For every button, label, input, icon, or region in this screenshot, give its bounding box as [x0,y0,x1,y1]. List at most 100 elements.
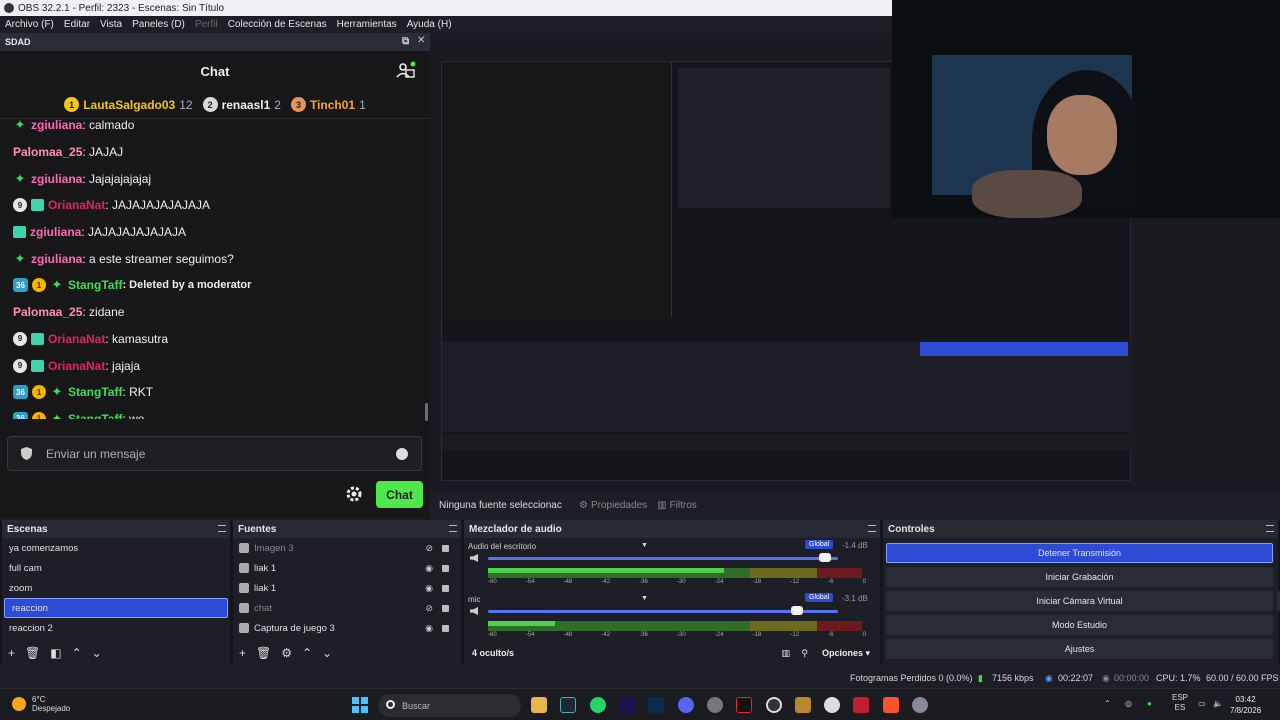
control-button[interactable]: Iniciar Cámara Virtual [886,591,1273,611]
taskbar-clock[interactable]: 03:42 7/8/2026 [1230,694,1261,716]
remove-scene-icon[interactable]: 🗑 [25,646,40,660]
close-dock-icon[interactable]: ✕ [417,35,425,46]
source-properties-icon[interactable]: ⚙ [281,646,292,660]
chat-username[interactable]: StangTaff [68,385,122,399]
move-up-icon[interactable]: ⌃ [302,646,312,660]
photoshop-icon[interactable] [648,697,664,713]
scene-item[interactable]: reaccion 2 [2,618,230,638]
control-button[interactable]: Modo Estudio [886,615,1273,635]
add-source-icon[interactable]: + [239,646,246,660]
dock-menu-icon[interactable] [868,525,876,532]
source-item[interactable]: Imagen 3 ⊘ [233,538,461,558]
volume-slider-knob[interactable] [791,606,803,615]
premiere-icon[interactable] [619,697,635,713]
chat-username[interactable]: StangTaff [68,412,122,419]
chat-username[interactable]: OrianaNat [48,332,105,346]
dock-menu-icon[interactable] [1266,525,1274,532]
language-indicator[interactable]: ESP ES [1172,693,1188,713]
filters-button[interactable]: ▥ Filtros [657,500,697,511]
dock-menu-icon[interactable] [449,525,457,532]
menu-item-0[interactable]: Archivo (F) [0,19,59,30]
tray-chevron-icon[interactable]: ⌃ [1104,699,1111,708]
chrome-icon[interactable] [824,697,840,713]
scene-item[interactable]: reaccion [4,598,228,618]
volume-icon[interactable]: 🔈 [1213,699,1223,708]
lock-icon[interactable] [442,604,449,612]
lock-icon[interactable] [442,584,449,592]
chat-username[interactable]: zgiuliana [31,172,82,186]
menu-item-4[interactable]: Perfil [190,19,223,30]
control-button[interactable]: Ajustes [886,639,1273,659]
app-icon-2[interactable] [795,697,811,713]
volume-slider[interactable] [488,606,838,615]
chat-message-input[interactable]: Enviar un mensaje [7,436,422,471]
add-scene-icon[interactable]: + [8,646,15,660]
volume-slider-knob[interactable] [819,553,831,562]
volume-slider[interactable] [488,553,838,562]
dock-menu-icon[interactable] [218,525,226,532]
source-item[interactable]: Captura de juego 3 ◉ [233,618,461,638]
lock-icon[interactable] [442,564,449,572]
emoji-picker-icon[interactable] [396,448,408,460]
layout-toggle-icon[interactable]: ▥ [781,648,790,659]
weather-widget[interactable]: 6°C Despejado [12,695,70,713]
menu-item-7[interactable]: Ayuda (H) [402,19,457,30]
leaderboard-entry[interactable]: 3 Tinch01 1 [290,97,366,112]
menu-item-5[interactable]: Colección de Escenas [223,19,332,30]
control-button[interactable]: Detener Transmisión [886,543,1273,563]
chat-username[interactable]: OrianaNat [48,359,105,373]
chat-username[interactable]: StangTaff [68,278,122,292]
brave-icon[interactable] [883,697,899,713]
visibility-eye-icon[interactable]: ⊘ [425,543,433,554]
mic-icon[interactable]: ● [1147,699,1152,708]
menu-item-3[interactable]: Paneles (D) [127,19,190,30]
network-icon[interactable]: ▭ [1198,699,1206,708]
tiktok-icon[interactable] [736,697,752,713]
scene-filters-icon[interactable]: ◧ [50,646,61,660]
send-chat-button[interactable]: Chat [376,481,423,508]
source-item[interactable]: chat ⊘ [233,598,461,618]
float-dock-icon[interactable]: ⧉ [402,36,409,47]
windows-start-icon[interactable] [352,697,368,713]
app-icon[interactable] [707,697,723,713]
mixer-options-button[interactable]: Opciones ▾ [822,648,870,659]
chat-username[interactable]: zgiuliana [31,119,82,132]
steam-icon[interactable] [560,697,576,713]
tray-app-icon[interactable]: ◎ [1125,699,1132,708]
move-down-icon[interactable]: ⌄ [322,646,332,660]
visibility-eye-icon[interactable]: ◉ [425,583,433,594]
scene-item[interactable]: ya comenzamos [2,538,230,558]
lock-icon[interactable] [442,544,449,552]
move-up-icon[interactable]: ⌃ [72,646,82,660]
visibility-eye-icon[interactable]: ⊘ [425,603,433,614]
menu-item-1[interactable]: Editar [59,19,95,30]
settings-icon[interactable] [912,697,928,713]
visibility-eye-icon[interactable]: ◉ [425,623,433,634]
source-item[interactable]: liak 1 ◉ [233,558,461,578]
link-icon[interactable]: ⚲ [801,648,808,659]
channel-dropdown-icon[interactable]: ▼ [641,595,648,602]
remove-source-icon[interactable]: 🗑 [256,646,271,660]
menu-item-2[interactable]: Vista [95,19,127,30]
chat-settings-gear-icon[interactable] [345,485,363,503]
menu-item-6[interactable]: Herramientas [332,19,402,30]
taskbar-search[interactable]: Buscar [378,694,521,717]
scene-item[interactable]: zoom [2,578,230,598]
discord-icon[interactable] [678,697,694,713]
channel-dropdown-icon[interactable]: ▼ [641,542,648,549]
source-item[interactable]: liak 1 ◉ [233,578,461,598]
speaker-icon[interactable] [470,607,478,615]
visibility-eye-icon[interactable]: ◉ [425,563,433,574]
leaderboard-entry[interactable]: 2 renaasl1 2 [202,97,281,112]
chat-scrollbar[interactable] [425,403,428,421]
file-explorer-icon[interactable] [531,697,547,713]
move-down-icon[interactable]: ⌄ [92,646,102,660]
obs-taskbar-icon[interactable] [766,697,782,713]
properties-button[interactable]: ⚙ Propiedades [579,500,647,511]
lock-icon[interactable] [442,624,449,632]
scene-item[interactable]: full cam [2,558,230,578]
chat-username[interactable]: Palomaa_25 [13,305,82,319]
chat-username[interactable]: zgiuliana [31,252,82,266]
whatsapp-icon[interactable] [590,697,606,713]
chat-username[interactable]: Palomaa_25 [13,145,82,159]
